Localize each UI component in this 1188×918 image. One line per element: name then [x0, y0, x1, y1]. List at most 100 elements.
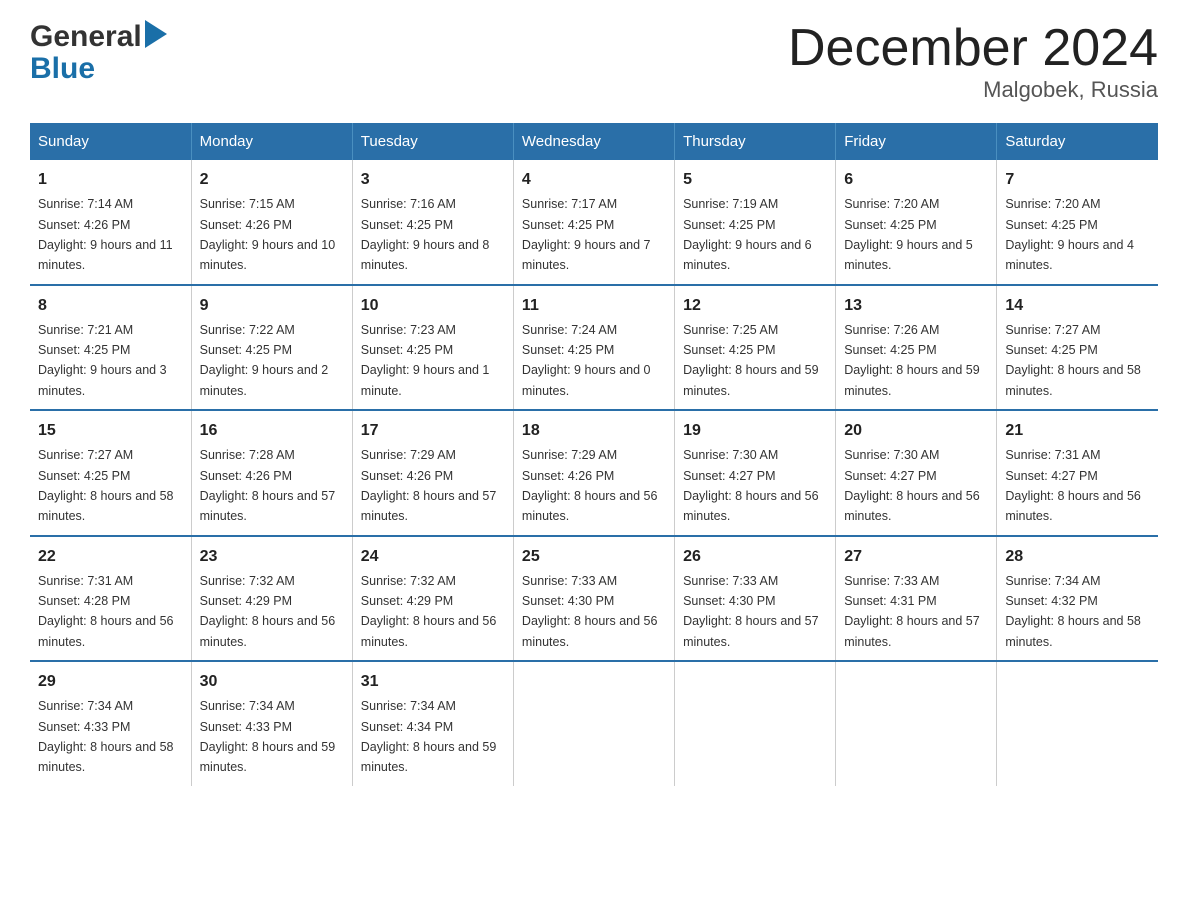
day-number: 8 — [38, 294, 183, 318]
day-number: 15 — [38, 419, 183, 443]
day-cell: 21 Sunrise: 7:31 AMSunset: 4:27 PMDayligh… — [997, 410, 1158, 536]
day-cell: 2 Sunrise: 7:15 AMSunset: 4:26 PMDaylight… — [191, 160, 352, 285]
day-info: Sunrise: 7:28 AMSunset: 4:26 PMDaylight:… — [200, 448, 336, 523]
day-number: 3 — [361, 168, 505, 192]
day-cell: 17 Sunrise: 7:29 AMSunset: 4:26 PMDayligh… — [352, 410, 513, 536]
day-number: 18 — [522, 419, 666, 443]
week-row-3: 15 Sunrise: 7:27 AMSunset: 4:25 PMDayligh… — [30, 410, 1158, 536]
day-info: Sunrise: 7:31 AMSunset: 4:27 PMDaylight:… — [1005, 448, 1141, 523]
title-block: December 2024 Malgobek, Russia — [788, 20, 1158, 103]
day-info: Sunrise: 7:17 AMSunset: 4:25 PMDaylight:… — [522, 197, 651, 272]
header-friday: Friday — [836, 123, 997, 160]
day-cell: 26Sunrise: 7:33 AMSunset: 4:30 PMDayligh… — [675, 536, 836, 662]
day-info: Sunrise: 7:27 AMSunset: 4:25 PMDaylight:… — [38, 448, 174, 523]
day-number: 7 — [1005, 168, 1150, 192]
day-info: Sunrise: 7:34 AMSunset: 4:34 PMDaylight:… — [361, 699, 497, 774]
day-info: Sunrise: 7:29 AMSunset: 4:26 PMDaylight:… — [522, 448, 658, 523]
day-number: 27 — [844, 545, 988, 569]
day-number: 4 — [522, 168, 666, 192]
day-info: Sunrise: 7:34 AMSunset: 4:32 PMDaylight:… — [1005, 574, 1141, 649]
day-number: 30 — [200, 670, 344, 694]
header-row: SundayMondayTuesdayWednesdayThursdayFrid… — [30, 123, 1158, 160]
header-monday: Monday — [191, 123, 352, 160]
day-info: Sunrise: 7:33 AMSunset: 4:30 PMDaylight:… — [683, 574, 819, 649]
day-info: Sunrise: 7:20 AMSunset: 4:25 PMDaylight:… — [844, 197, 973, 272]
day-cell: 22 Sunrise: 7:31 AMSunset: 4:28 PMDayligh… — [30, 536, 191, 662]
day-number: 23 — [200, 545, 344, 569]
day-number: 17 — [361, 419, 505, 443]
logo-blue: Blue — [30, 52, 95, 85]
day-number: 2 — [200, 168, 344, 192]
day-info: Sunrise: 7:25 AMSunset: 4:25 PMDaylight:… — [683, 323, 819, 398]
header-thursday: Thursday — [675, 123, 836, 160]
week-row-2: 8 Sunrise: 7:21 AMSunset: 4:25 PMDaylight… — [30, 285, 1158, 411]
day-number: 25 — [522, 545, 666, 569]
day-info: Sunrise: 7:15 AMSunset: 4:26 PMDaylight:… — [200, 197, 336, 272]
page-header: General Blue December 2024 Malgobek, Rus… — [30, 20, 1158, 103]
day-info: Sunrise: 7:29 AMSunset: 4:26 PMDaylight:… — [361, 448, 497, 523]
logo-general: General — [30, 22, 142, 52]
day-cell: 28 Sunrise: 7:34 AMSunset: 4:32 PMDayligh… — [997, 536, 1158, 662]
day-cell: 24 Sunrise: 7:32 AMSunset: 4:29 PMDayligh… — [352, 536, 513, 662]
day-cell — [997, 661, 1158, 786]
day-number: 13 — [844, 294, 988, 318]
day-cell: 4 Sunrise: 7:17 AMSunset: 4:25 PMDaylight… — [513, 160, 674, 285]
header-saturday: Saturday — [997, 123, 1158, 160]
logo-triangle — [145, 20, 167, 54]
day-number: 22 — [38, 545, 183, 569]
day-info: Sunrise: 7:32 AMSunset: 4:29 PMDaylight:… — [361, 574, 497, 649]
day-info: Sunrise: 7:31 AMSunset: 4:28 PMDaylight:… — [38, 574, 174, 649]
day-cell — [513, 661, 674, 786]
day-info: Sunrise: 7:26 AMSunset: 4:25 PMDaylight:… — [844, 323, 980, 398]
day-info: Sunrise: 7:24 AMSunset: 4:25 PMDaylight:… — [522, 323, 651, 398]
week-row-5: 29 Sunrise: 7:34 AMSunset: 4:33 PMDayligh… — [30, 661, 1158, 786]
day-number: 9 — [200, 294, 344, 318]
day-cell: 30 Sunrise: 7:34 AMSunset: 4:33 PMDayligh… — [191, 661, 352, 786]
day-number: 16 — [200, 419, 344, 443]
day-cell: 6Sunrise: 7:20 AMSunset: 4:25 PMDaylight… — [836, 160, 997, 285]
day-info: Sunrise: 7:34 AMSunset: 4:33 PMDaylight:… — [200, 699, 336, 774]
day-info: Sunrise: 7:30 AMSunset: 4:27 PMDaylight:… — [844, 448, 980, 523]
day-number: 29 — [38, 670, 183, 694]
day-info: Sunrise: 7:33 AMSunset: 4:31 PMDaylight:… — [844, 574, 980, 649]
main-title: December 2024 — [788, 20, 1158, 77]
day-cell: 15 Sunrise: 7:27 AMSunset: 4:25 PMDayligh… — [30, 410, 191, 536]
subtitle: Malgobek, Russia — [788, 77, 1158, 103]
day-info: Sunrise: 7:23 AMSunset: 4:25 PMDaylight:… — [361, 323, 490, 398]
day-number: 10 — [361, 294, 505, 318]
day-cell: 14Sunrise: 7:27 AMSunset: 4:25 PMDayligh… — [997, 285, 1158, 411]
day-number: 24 — [361, 545, 505, 569]
week-row-1: 1Sunrise: 7:14 AMSunset: 4:26 PMDaylight… — [30, 160, 1158, 285]
header-sunday: Sunday — [30, 123, 191, 160]
week-row-4: 22 Sunrise: 7:31 AMSunset: 4:28 PMDayligh… — [30, 536, 1158, 662]
day-info: Sunrise: 7:32 AMSunset: 4:29 PMDaylight:… — [200, 574, 336, 649]
logo: General Blue — [30, 20, 167, 84]
day-cell: 7 Sunrise: 7:20 AMSunset: 4:25 PMDaylight… — [997, 160, 1158, 285]
day-number: 28 — [1005, 545, 1150, 569]
day-cell: 16 Sunrise: 7:28 AMSunset: 4:26 PMDayligh… — [191, 410, 352, 536]
day-number: 20 — [844, 419, 988, 443]
day-info: Sunrise: 7:22 AMSunset: 4:25 PMDaylight:… — [200, 323, 329, 398]
day-cell: 11Sunrise: 7:24 AMSunset: 4:25 PMDayligh… — [513, 285, 674, 411]
day-number: 21 — [1005, 419, 1150, 443]
day-cell: 5Sunrise: 7:19 AMSunset: 4:25 PMDaylight… — [675, 160, 836, 285]
day-number: 14 — [1005, 294, 1150, 318]
day-info: Sunrise: 7:21 AMSunset: 4:25 PMDaylight:… — [38, 323, 167, 398]
header-wednesday: Wednesday — [513, 123, 674, 160]
day-info: Sunrise: 7:16 AMSunset: 4:25 PMDaylight:… — [361, 197, 490, 272]
day-cell: 1Sunrise: 7:14 AMSunset: 4:26 PMDaylight… — [30, 160, 191, 285]
day-info: Sunrise: 7:20 AMSunset: 4:25 PMDaylight:… — [1005, 197, 1134, 272]
day-info: Sunrise: 7:34 AMSunset: 4:33 PMDaylight:… — [38, 699, 174, 774]
day-info: Sunrise: 7:33 AMSunset: 4:30 PMDaylight:… — [522, 574, 658, 649]
day-cell: 3 Sunrise: 7:16 AMSunset: 4:25 PMDaylight… — [352, 160, 513, 285]
day-cell: 9 Sunrise: 7:22 AMSunset: 4:25 PMDaylight… — [191, 285, 352, 411]
day-info: Sunrise: 7:19 AMSunset: 4:25 PMDaylight:… — [683, 197, 812, 272]
day-number: 19 — [683, 419, 827, 443]
day-number: 12 — [683, 294, 827, 318]
day-number: 31 — [361, 670, 505, 694]
day-cell — [836, 661, 997, 786]
day-info: Sunrise: 7:30 AMSunset: 4:27 PMDaylight:… — [683, 448, 819, 523]
day-cell: 25 Sunrise: 7:33 AMSunset: 4:30 PMDayligh… — [513, 536, 674, 662]
day-cell: 10 Sunrise: 7:23 AMSunset: 4:25 PMDayligh… — [352, 285, 513, 411]
day-cell: 23 Sunrise: 7:32 AMSunset: 4:29 PMDayligh… — [191, 536, 352, 662]
